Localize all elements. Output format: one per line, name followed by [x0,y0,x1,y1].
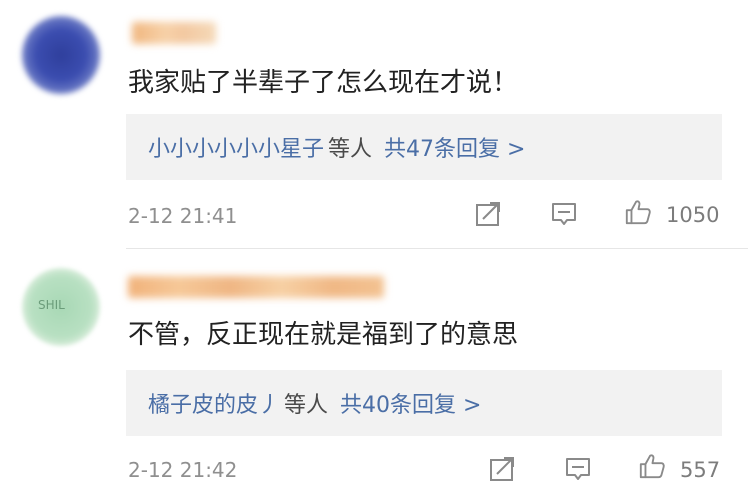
reply-user-names[interactable]: 小小小小小小星子 [148,131,324,163]
comment-icon[interactable] [550,200,578,228]
avatar[interactable] [22,16,100,94]
replies-preview[interactable]: 橘子皮的皮丿 等人 共40条回复 > [126,370,722,436]
avatar-text: SHIL [38,298,65,312]
share-icon[interactable] [488,455,516,483]
reply-suffix: 等人 [284,393,329,418]
reply-user-names[interactable]: 橘子皮的皮丿 [148,387,280,419]
timestamp: 2-12 21:41 [128,204,238,228]
username-blurred[interactable] [128,276,384,298]
like-count: 1050 [666,203,720,227]
thumbs-up-icon[interactable] [624,198,652,226]
share-icon[interactable] [474,200,502,228]
replies-preview[interactable]: 小小小小小小星子 等人 共47条回复 > [126,114,722,180]
like-count: 557 [680,458,721,482]
comment-text: 不管，反正现在就是福到了的意思 [128,320,519,350]
username-blurred[interactable] [132,22,216,44]
comment-icon[interactable] [564,455,592,483]
reply-count-link[interactable]: 共47条回复 > [384,131,525,163]
divider [126,248,748,249]
thumbs-up-icon[interactable] [638,452,666,480]
reply-suffix: 等人 [328,137,373,162]
timestamp: 2-12 21:42 [128,458,238,482]
comment-text: 我家贴了半辈子了怎么现在才说！ [128,68,519,98]
reply-count-link[interactable]: 共40条回复 > [340,387,481,419]
